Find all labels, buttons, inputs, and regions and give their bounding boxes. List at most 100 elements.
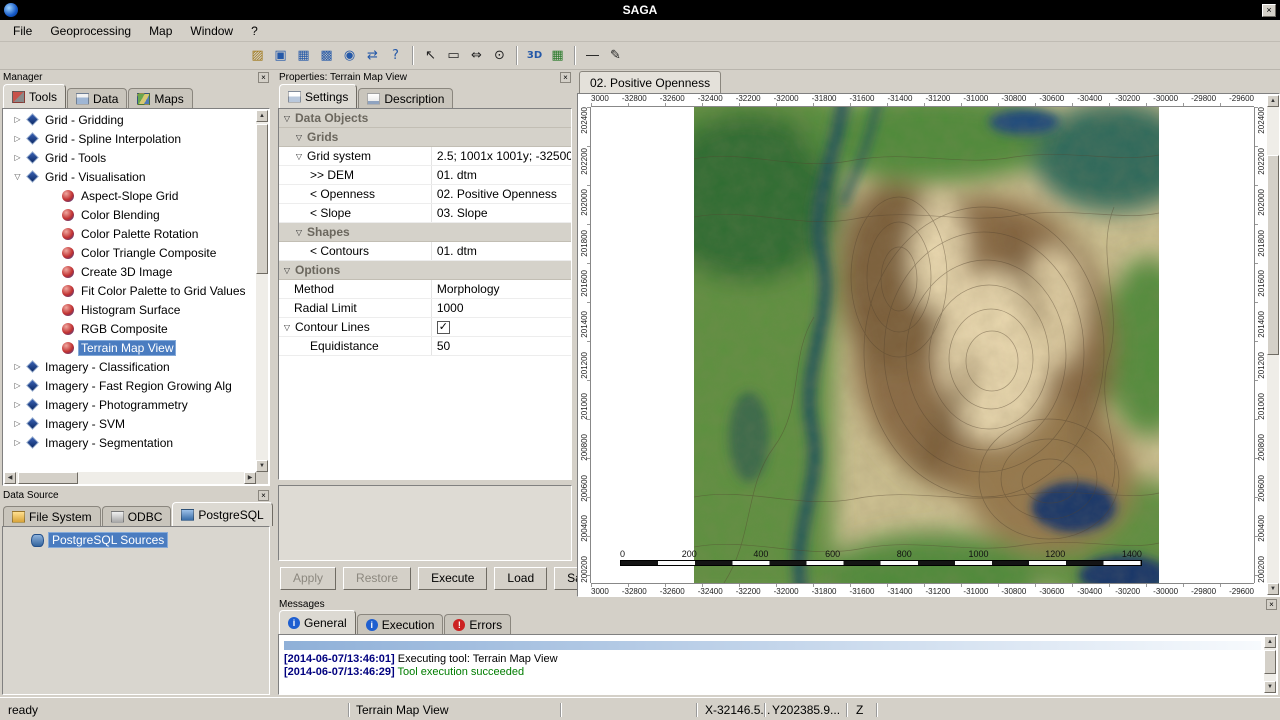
scrollbar-thumb[interactable] [18,472,78,484]
scroll-up-icon[interactable] [256,110,268,122]
collapse-icon[interactable] [294,133,304,142]
prop-value[interactable]: Morphology [431,280,571,298]
prop-row-method[interactable]: Method Morphology [279,280,571,299]
restore-button[interactable]: Restore [343,567,411,590]
view-3d-button[interactable]: 3D [523,44,546,67]
tree-item-imagery-frg[interactable]: Imagery - Fast Region Growing Alg [4,376,256,395]
collapse-icon[interactable] [294,228,304,237]
prop-section-options[interactable]: Options [279,261,571,280]
prop-row-dem[interactable]: >> DEM 01. dtm [279,166,571,185]
map-vertical-scrollbar[interactable] [1267,95,1279,595]
tree-item-imagery-segmentation[interactable]: Imagery - Segmentation [4,433,256,452]
apply-button[interactable]: Apply [280,567,336,590]
tree-item-postgresql-sources[interactable]: PostgreSQL Sources [31,532,269,548]
expand-icon[interactable] [12,419,23,428]
menu-geoprocessing[interactable]: Geoprocessing [41,21,140,41]
terrain-map-image[interactable] [694,107,1159,583]
prop-section-shapes[interactable]: Shapes [279,223,571,242]
tab-maps[interactable]: Maps [128,88,192,108]
scroll-down-icon[interactable] [1264,681,1276,693]
properties-close-icon[interactable] [560,72,571,83]
tab-odbc[interactable]: ODBC [102,506,172,526]
tree-item-imagery-classification[interactable]: Imagery - Classification [4,357,256,376]
tree-item-rgb-composite[interactable]: RGB Composite [4,319,256,338]
tab-general[interactable]: i General [279,610,356,634]
expand-icon[interactable] [12,400,23,409]
reload-button[interactable]: ⇄ [361,44,384,67]
expand-icon[interactable] [12,134,23,143]
prop-row-grid-system[interactable]: Grid system 2.5; 1001x 1001y; -32500 [279,147,571,166]
collapse-icon[interactable] [12,172,23,181]
expand-icon[interactable] [12,362,23,371]
manager-vertical-scrollbar[interactable] [256,110,268,472]
save-button[interactable]: ▣ [269,44,292,67]
tab-data[interactable]: Data [67,88,127,108]
save-modified-button[interactable]: ▦ [292,44,315,67]
map-canvas[interactable]: 3000-32800-32600-32400-32200-32000-31800… [577,93,1280,597]
tree-item-imagery-svm[interactable]: Imagery - SVM [4,414,256,433]
prop-value[interactable]: 1000 [431,299,571,317]
scroll-right-icon[interactable] [244,472,256,484]
prop-row-radial-limit[interactable]: Radial Limit 1000 [279,299,571,318]
expand-icon[interactable] [12,153,23,162]
scrollbar-thumb[interactable] [1264,650,1276,674]
pan-button[interactable]: ⇔ [465,44,488,67]
prop-row-equidistance[interactable]: Equidistance 50 [279,337,571,356]
measure-button[interactable]: ― [581,44,604,67]
map-tab-positive-openness[interactable]: 02. Positive Openness [579,71,721,93]
prop-section-data-objects[interactable]: Data Objects [279,109,571,128]
open-file-button[interactable]: ▨ [246,44,269,67]
prop-value[interactable]: 2.5; 1001x 1001y; -32500 [431,147,571,165]
prop-value[interactable]: 02. Positive Openness [431,185,571,203]
messages-close-icon[interactable] [1266,599,1277,610]
prop-value[interactable]: 50 [431,337,571,355]
annotate-button[interactable]: ✎ [604,44,627,67]
load-button[interactable]: Load [494,567,547,590]
prop-value[interactable]: 01. dtm [431,166,571,184]
pointer-tool-button[interactable]: ↖ [419,44,442,67]
menu-map[interactable]: Map [140,21,181,41]
prop-row-openness[interactable]: < Openness 02. Positive Openness [279,185,571,204]
scrollbar-thumb[interactable] [1267,155,1279,355]
collapse-icon[interactable] [294,152,304,161]
contour-lines-checkbox[interactable] [437,321,450,334]
tab-execution[interactable]: i Execution [357,614,444,634]
scroll-up-icon[interactable] [1267,95,1279,107]
save-all-button[interactable]: ▩ [315,44,338,67]
help-button[interactable]: ? [384,44,407,67]
expand-icon[interactable] [12,438,23,447]
scroll-down-icon[interactable] [1267,583,1279,595]
show-properties-button[interactable]: ◉ [338,44,361,67]
scrollbar-thumb[interactable] [256,124,268,274]
prop-row-slope[interactable]: < Slope 03. Slope [279,204,571,223]
tab-errors[interactable]: ! Errors [444,614,511,634]
prop-section-grids[interactable]: Grids [279,128,571,147]
tree-item-create-3d-image[interactable]: Create 3D Image [4,262,256,281]
tree-item-aspect-slope-grid[interactable]: Aspect-Slope Grid [4,186,256,205]
scroll-down-icon[interactable] [256,460,268,472]
expand-icon[interactable] [12,115,23,124]
tree-item-color-palette-rotation[interactable]: Color Palette Rotation [4,224,256,243]
data-source-close-icon[interactable] [258,490,269,501]
tab-file-system[interactable]: File System [3,506,101,526]
tree-item-grid-visualisation[interactable]: Grid - Visualisation [4,167,256,186]
new-map-button[interactable]: ▦ [546,44,569,67]
tree-item-grid-gridding[interactable]: Grid - Gridding [4,110,256,129]
prop-value[interactable]: 03. Slope [431,204,571,222]
tree-item-histogram-surface[interactable]: Histogram Surface [4,300,256,319]
tree-item-grid-spline[interactable]: Grid - Spline Interpolation [4,129,256,148]
tree-item-terrain-map-view[interactable]: Terrain Map View [4,338,256,357]
scroll-left-icon[interactable] [4,472,16,484]
tree-item-color-blending[interactable]: Color Blending [4,205,256,224]
menu-file[interactable]: File [4,21,41,41]
messages-vertical-scrollbar[interactable] [1264,636,1276,693]
manager-horizontal-scrollbar[interactable] [4,472,256,484]
manager-close-icon[interactable] [258,72,269,83]
tree-item-color-triangle-composite[interactable]: Color Triangle Composite [4,243,256,262]
execute-button[interactable]: Execute [418,567,487,590]
collapse-icon[interactable] [282,323,292,332]
tab-description[interactable]: Description [358,88,453,108]
menu-window[interactable]: Window [181,21,242,41]
scroll-up-icon[interactable] [1264,636,1276,648]
prop-value[interactable]: 01. dtm [431,242,571,260]
